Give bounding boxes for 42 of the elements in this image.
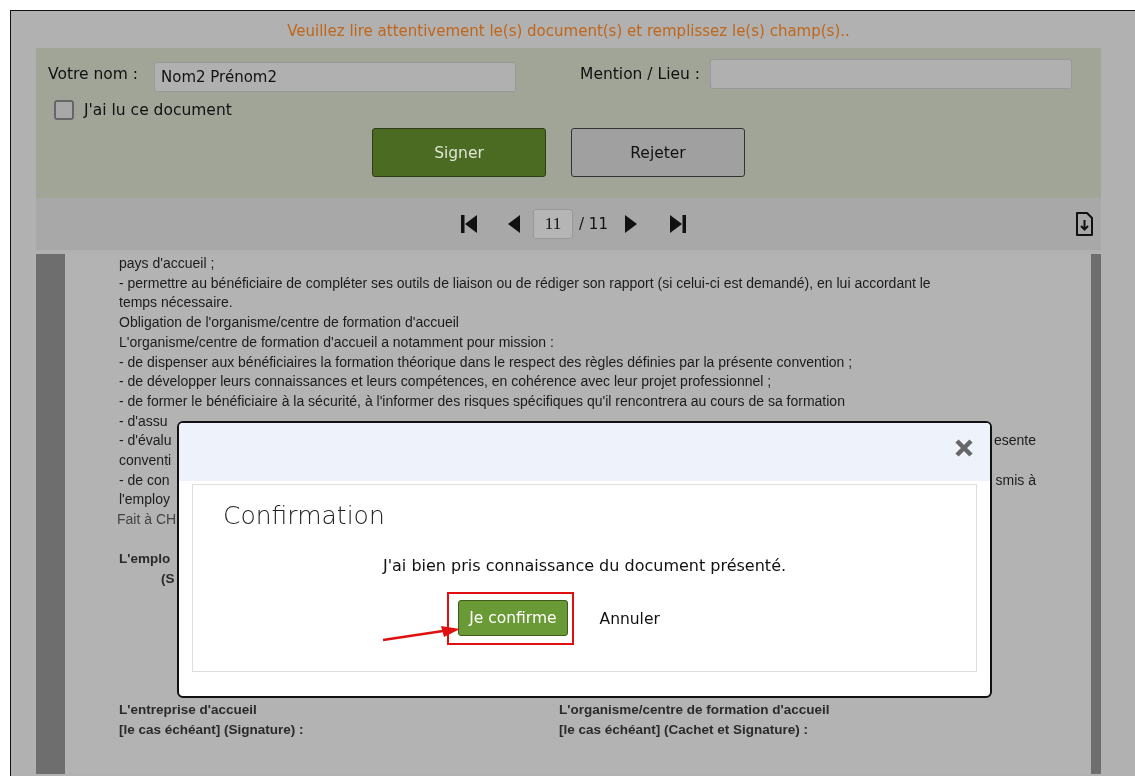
dialog-title: Confirmation	[222, 500, 386, 530]
document-text: conventi	[119, 452, 172, 469]
input-field[interactable]: Nom2 Prénom2	[154, 62, 516, 92]
sign-button[interactable]: Signer	[372, 128, 546, 177]
document-text: - de développer leurs connaissances et leurs compétences, en cohérence avec leur projet professionnel ;	[119, 373, 772, 390]
document-text: - de former le bénéficiaire à la sécurité, à l'informer des risques spécifiques qu'il rencontrera au cours de sa formation	[119, 392, 845, 409]
field-label: Votre nom :	[48, 65, 138, 83]
field-label: Mention / Lieu :	[580, 65, 700, 83]
document-text: smis à	[995, 470, 1036, 490]
first-page-icon[interactable]	[461, 215, 478, 233]
document-text: L'organisme/centre de formation d'accueil a notamment pour mission :	[119, 333, 554, 350]
document-text: L'organisme/centre de formation d'accueil	[559, 701, 830, 720]
document-text: Fait à CH	[117, 511, 177, 528]
document-text: (S	[161, 570, 175, 586]
input-field[interactable]	[709, 59, 1072, 89]
reject-button[interactable]: Rejeter	[571, 128, 745, 177]
previous-page-icon[interactable]	[507, 215, 522, 233]
document-text: L'entreprise d'accueil	[119, 701, 258, 720]
document-text: - permettre au bénéficiaire de compléter ses outils de liaison ou de rédiger son rapport (si celui-ci est demandé), en lui accordant le	[119, 274, 931, 291]
document-text: - de dispenser aux bénéficiaires la formation théorique dans le respect des règles définies par la présente convention ;	[119, 353, 853, 370]
document-text: L'emplo	[119, 550, 171, 566]
instruction-text: Veuillez lire attentivement le(s) document(s) et remplissez le(s) champ(s)..	[286, 21, 851, 42]
page-total: / 11	[579, 215, 608, 233]
document-text: - de con	[119, 470, 170, 490]
document-text: pays d'accueil ;	[119, 255, 215, 271]
document-text: Obligation de l'organisme/centre de formation d'accueil	[119, 314, 459, 331]
next-page-icon[interactable]	[623, 215, 638, 233]
document-text: [le cas échéant] (Signature) :	[119, 720, 305, 739]
document-text: temps nécessaire.	[119, 294, 233, 311]
checkbox-label: J'ai lu ce document	[84, 101, 232, 119]
close-icon[interactable]	[954, 438, 974, 458]
checkbox[interactable]	[54, 100, 74, 120]
download-icon[interactable]	[1075, 212, 1093, 236]
last-page-icon[interactable]	[669, 215, 686, 233]
document-text: l'employ	[119, 491, 170, 508]
document-text: - d'assu	[119, 412, 168, 429]
cancel-button[interactable]: Annuler	[595, 601, 664, 636]
document-text: - d'évalu	[119, 431, 172, 451]
document-text: esente	[993, 431, 1036, 451]
dialog-message: J'ai bien pris connaissance du document présenté.	[381, 556, 788, 575]
document-text: [le cas échéant] (Cachet et Signature) :	[559, 720, 809, 739]
page-number-field[interactable]: 11	[533, 209, 574, 239]
